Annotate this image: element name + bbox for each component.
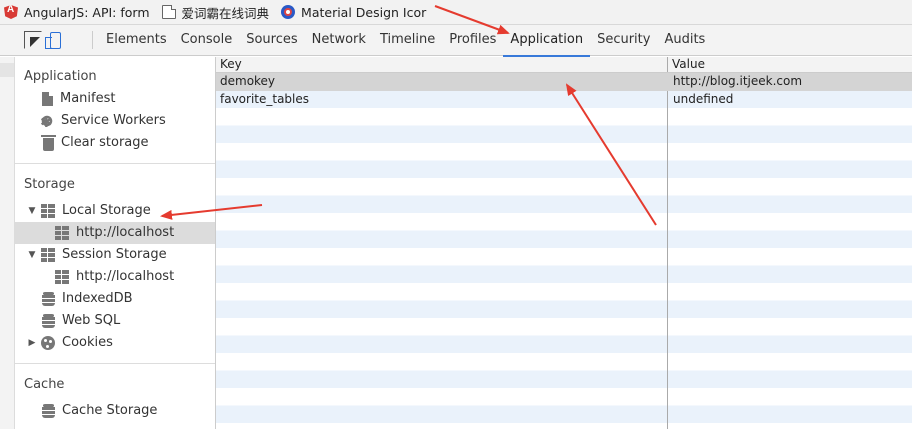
- section-title-application: Application: [24, 69, 97, 84]
- table-body: demokey http://blog.itjeek.com favorite_…: [216, 73, 912, 429]
- grid-icon: [41, 248, 55, 262]
- section-title-cache: Cache: [24, 377, 65, 392]
- sidebar-item-local-storage[interactable]: ▼ Local Storage: [15, 200, 215, 222]
- sidebar-item-label: Cache Storage: [62, 403, 158, 418]
- sidebar-gutter: [0, 57, 15, 429]
- tab-elements[interactable]: Elements: [99, 25, 174, 56]
- sidebar-item-local-storage-localhost[interactable]: http://localhost: [15, 222, 215, 244]
- database-icon: [42, 314, 55, 328]
- sidebar-item-session-storage-localhost[interactable]: http://localhost: [15, 266, 215, 288]
- sidebar-item-label: Cookies: [62, 335, 113, 350]
- tab-profiles[interactable]: Profiles: [442, 25, 503, 56]
- sidebar-item-session-storage[interactable]: ▼ Session Storage: [15, 244, 215, 266]
- tab-audits[interactable]: Audits: [657, 25, 712, 56]
- trash-icon: [41, 134, 56, 151]
- sidebar-item-label: Service Workers: [61, 113, 166, 128]
- column-header-value[interactable]: Value: [668, 57, 912, 72]
- column-header-key[interactable]: Key: [216, 57, 668, 72]
- tab-application[interactable]: Application: [503, 25, 590, 57]
- sidebar-item-label: IndexedDB: [62, 291, 133, 306]
- grid-icon: [55, 226, 69, 240]
- devtools-tabbar: Elements Console Sources Network Timelin…: [0, 25, 912, 57]
- cell-key[interactable]: demokey: [216, 73, 668, 91]
- gear-icon: [40, 111, 54, 133]
- bookmark-angularjs[interactable]: AngularJS: API: form: [0, 0, 158, 25]
- sidebar-item-clear-storage[interactable]: Clear storage: [15, 132, 215, 154]
- expand-triangle-icon[interactable]: ▼: [27, 244, 37, 266]
- table-header: Key Value: [216, 57, 912, 73]
- bookmark-material-design[interactable]: Material Design Icor: [277, 0, 434, 25]
- inspect-element-icon[interactable]: [24, 31, 42, 49]
- manifest-icon: [42, 92, 53, 106]
- grid-icon: [41, 204, 55, 218]
- expand-triangle-icon[interactable]: ▼: [27, 200, 37, 222]
- tab-divider: [92, 31, 93, 49]
- devtools-tool-icons: [0, 25, 92, 56]
- sidebar-item-label: Clear storage: [61, 135, 149, 150]
- sidebar-item-indexeddb[interactable]: IndexedDB: [15, 288, 215, 310]
- device-toolbar-icon[interactable]: [45, 32, 61, 49]
- sidebar-item-web-sql[interactable]: Web SQL: [15, 310, 215, 332]
- sidebar-item-label: http://localhost: [76, 225, 175, 240]
- grid-icon: [55, 270, 69, 284]
- storage-table: Key Value demokey http://blog.itjeek.com…: [216, 57, 912, 429]
- collapse-triangle-icon[interactable]: ▶: [27, 332, 37, 354]
- sidebar-item-label: Manifest: [60, 91, 116, 106]
- bookmark-label: 爱词霸在线词典: [181, 5, 270, 21]
- tab-network[interactable]: Network: [305, 25, 373, 56]
- material-design-icon: [281, 5, 296, 19]
- table-row[interactable]: demokey http://blog.itjeek.com: [216, 73, 912, 91]
- angular-icon: [4, 5, 18, 19]
- cell-value[interactable]: undefined: [668, 91, 912, 109]
- tab-security[interactable]: Security: [590, 25, 657, 56]
- tab-sources[interactable]: Sources: [239, 25, 304, 56]
- column-divider: [667, 73, 668, 429]
- cell-value[interactable]: http://blog.itjeek.com: [668, 73, 912, 91]
- sidebar-item-label: http://localhost: [76, 269, 175, 284]
- page-icon: [161, 5, 176, 19]
- gutter-marker: [0, 63, 14, 77]
- cookie-icon: [41, 336, 55, 350]
- sidebar-item-cache-storage[interactable]: Cache Storage: [15, 400, 215, 422]
- application-sidebar: Application Manifest Service Workers Cle…: [0, 57, 216, 429]
- sidebar-item-cookies[interactable]: ▶ Cookies: [15, 332, 215, 354]
- table-row[interactable]: favorite_tables undefined: [216, 91, 912, 109]
- bookmarks-bar: AngularJS: API: form 爱词霸在线词典 Material De…: [0, 0, 912, 25]
- section-title-storage: Storage: [24, 177, 75, 192]
- sidebar-item-manifest[interactable]: Manifest: [15, 88, 215, 110]
- bookmark-label: AngularJS: API: form: [24, 4, 150, 20]
- database-icon: [42, 404, 55, 418]
- tab-timeline[interactable]: Timeline: [373, 25, 442, 56]
- sidebar-item-label: Session Storage: [62, 247, 167, 262]
- sidebar-item-label: Web SQL: [62, 313, 121, 328]
- bookmark-iciba[interactable]: 爱词霸在线词典: [158, 0, 278, 25]
- bookmark-label: Material Design Icor: [301, 4, 427, 20]
- sidebar-item-service-workers[interactable]: Service Workers: [15, 110, 215, 133]
- tab-console[interactable]: Console: [174, 25, 240, 56]
- sidebar-item-label: Local Storage: [62, 203, 151, 218]
- database-icon: [42, 292, 55, 306]
- cell-key[interactable]: favorite_tables: [216, 91, 668, 109]
